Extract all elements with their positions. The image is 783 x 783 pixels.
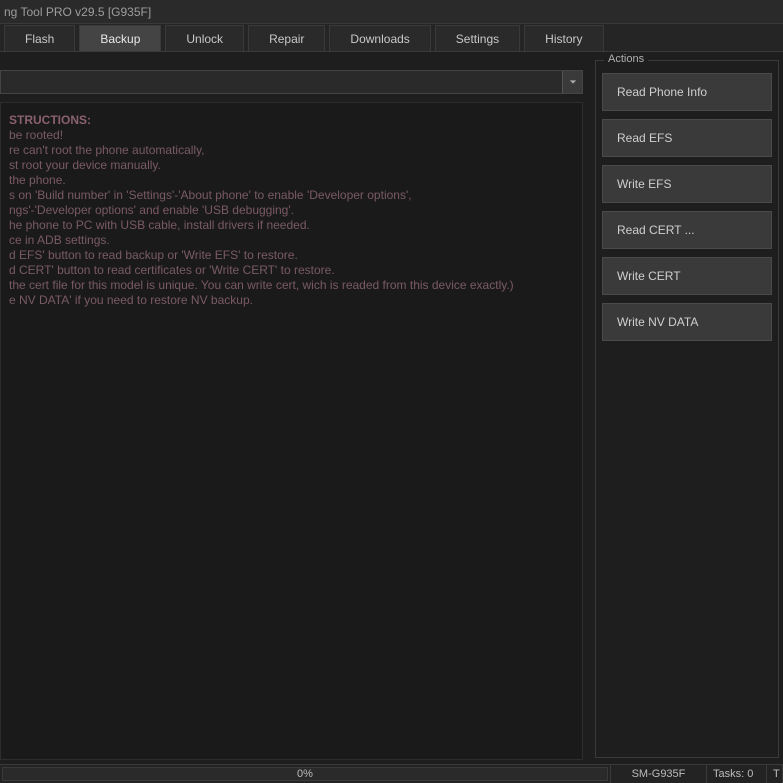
actions-group: Actions Read Phone Info Read EFS Write E…: [595, 60, 779, 758]
instruction-line: d CERT' button to read certificates or '…: [9, 263, 574, 278]
instruction-line: be rooted!: [9, 128, 574, 143]
write-nv-data-button[interactable]: Write NV DATA: [602, 303, 772, 341]
read-efs-button[interactable]: Read EFS: [602, 119, 772, 157]
actions-sidebar: Actions Read Phone Info Read EFS Write E…: [589, 52, 783, 764]
device-select-row: [0, 70, 583, 94]
write-efs-button[interactable]: Write EFS: [602, 165, 772, 203]
window-title: ng Tool PRO v29.5 [G935F]: [4, 5, 151, 19]
device-select-toggle[interactable]: [562, 71, 582, 93]
tab-history[interactable]: History: [524, 25, 603, 51]
tab-repair[interactable]: Repair: [248, 25, 325, 51]
status-tail: T: [767, 765, 783, 783]
instruction-line: s on 'Build number' in 'Settings'-'About…: [9, 188, 574, 203]
main-panel: STRUCTIONS: be rooted! re can't root the…: [0, 52, 589, 764]
status-bar: 0% SM-G935F Tasks: 0 T: [0, 764, 783, 783]
write-cert-button[interactable]: Write CERT: [602, 257, 772, 295]
read-phone-info-button[interactable]: Read Phone Info: [602, 73, 772, 111]
tab-unlock[interactable]: Unlock: [165, 25, 244, 51]
instruction-line: st root your device manually.: [9, 158, 574, 173]
tab-flash[interactable]: Flash: [4, 25, 75, 51]
device-select[interactable]: [0, 70, 583, 94]
tab-settings[interactable]: Settings: [435, 25, 520, 51]
tab-backup[interactable]: Backup: [79, 25, 161, 51]
chevron-down-icon: [569, 75, 577, 89]
status-tasks: Tasks: 0: [707, 765, 767, 783]
status-model: SM-G935F: [611, 765, 707, 783]
instructions-panel: STRUCTIONS: be rooted! re can't root the…: [0, 102, 583, 760]
progress-cell: 0%: [0, 765, 611, 783]
window-titlebar: ng Tool PRO v29.5 [G935F]: [0, 0, 783, 24]
instruction-line: he phone to PC with USB cable, install d…: [9, 218, 574, 233]
main-tabstrip: Flash Backup Unlock Repair Downloads Set…: [0, 24, 783, 52]
instruction-line: the cert file for this model is unique. …: [9, 278, 574, 293]
instruction-line: ce in ADB settings.: [9, 233, 574, 248]
instruction-line: ngs'-'Developer options' and enable 'USB…: [9, 203, 574, 218]
instruction-line: e NV DATA' if you need to restore NV bac…: [9, 293, 574, 308]
actions-group-label: Actions: [604, 53, 648, 65]
content-area: STRUCTIONS: be rooted! re can't root the…: [0, 52, 783, 764]
instruction-line: the phone.: [9, 173, 574, 188]
instruction-line: re can't root the phone automatically,: [9, 143, 574, 158]
progress-text: 0%: [297, 768, 313, 780]
instructions-heading: STRUCTIONS:: [9, 113, 574, 128]
instruction-line: d EFS' button to read backup or 'Write E…: [9, 248, 574, 263]
read-cert-button[interactable]: Read CERT ...: [602, 211, 772, 249]
tab-downloads[interactable]: Downloads: [329, 25, 430, 51]
